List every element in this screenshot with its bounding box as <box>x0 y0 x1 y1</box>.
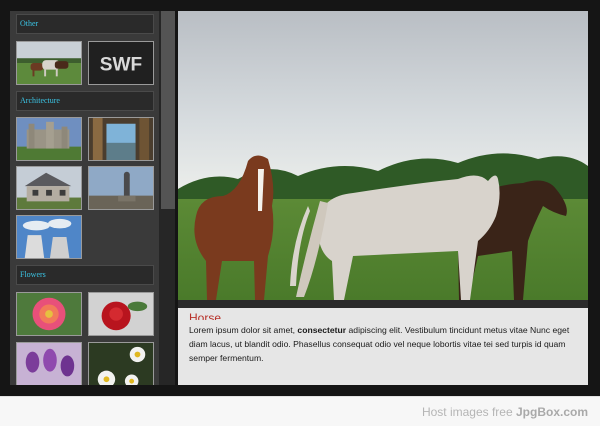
image-caption-panel: Horse Lorem ipsum dolor sit amet, consec… <box>178 308 588 385</box>
house-image <box>17 167 81 209</box>
thumbnail-red-rose[interactable] <box>88 292 154 336</box>
thumbnail-castle[interactable] <box>16 117 82 161</box>
thumbnail-cooling-towers[interactable] <box>16 215 82 259</box>
horses-field-image <box>17 42 81 84</box>
category-other[interactable]: Other <box>16 14 154 34</box>
horses-in-meadow-image <box>178 11 588 300</box>
cooling-towers-image <box>17 216 81 258</box>
thumbnail-purple-tulips[interactable] <box>16 342 82 385</box>
swf-image: SWF <box>89 42 153 84</box>
category-flowers[interactable]: Flowers <box>16 265 154 285</box>
gallery-sidebar: Other SWF Architecture Flowers <box>10 11 175 385</box>
sidebar-scrollbar-thumb[interactable] <box>161 11 175 209</box>
footer-text: Host images free <box>421 405 513 419</box>
thumbnail-white-daisies[interactable] <box>88 342 154 385</box>
thumbnail-house[interactable] <box>16 166 82 210</box>
white-daisies-image <box>89 343 153 385</box>
thumbnail-statue[interactable] <box>88 166 154 210</box>
castle-image <box>17 118 81 160</box>
swf-thumb-label: SWF <box>100 55 142 76</box>
caption-text: Lorem ipsum dolor sit amet, consectetur … <box>189 323 578 365</box>
footer-credit[interactable]: Host images free JpgBox.com <box>422 405 588 419</box>
purple-tulips-image <box>17 343 81 385</box>
thumbnail-doorway[interactable] <box>88 117 154 161</box>
pink-flower-image <box>17 293 81 335</box>
thumbnail-pink-flower[interactable] <box>16 292 82 336</box>
category-architecture[interactable]: Architecture <box>16 91 154 111</box>
caption-title: Horse <box>189 312 222 320</box>
footer-brand[interactable]: JpgBox.com <box>516 405 588 419</box>
statue-image <box>89 167 153 209</box>
main-image-viewer[interactable] <box>178 11 588 300</box>
viewer-divider <box>178 300 588 308</box>
footer-bar: Host images free JpgBox.com <box>0 396 600 426</box>
doorway-image <box>89 118 153 160</box>
thumbnail-horses-field[interactable] <box>16 41 82 85</box>
caption-text-start: Lorem ipsum dolor sit amet, <box>189 325 298 335</box>
caption-text-bold: consectetur <box>297 325 347 335</box>
red-rose-image <box>89 293 153 335</box>
thumbnail-swf[interactable]: SWF <box>88 41 154 85</box>
